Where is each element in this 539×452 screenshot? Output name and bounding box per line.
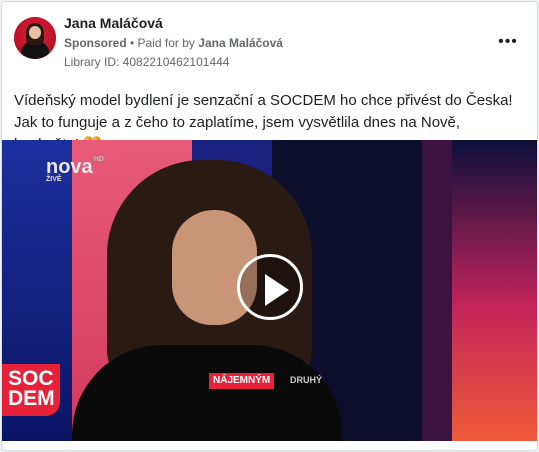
party-badge: SOC DEM (2, 364, 60, 416)
paid-for-name[interactable]: Jana Maláčová (198, 36, 283, 50)
more-options-icon[interactable]: ••• (498, 32, 518, 52)
ad-card: Jana Maláčová Sponsored • Paid for by Ja… (1, 1, 538, 451)
sponsored-line: Sponsored • Paid for by Jana Maláčová (64, 36, 283, 50)
live-label: ŽIVĚ (46, 176, 62, 183)
paid-for-prefix: • Paid for by (130, 36, 195, 50)
play-button[interactable] (237, 254, 303, 320)
lower-third-tag: NÁJEMNÝM (209, 373, 275, 389)
library-id: Library ID: 4082210462101444 (64, 55, 230, 69)
lower-third-next: DRUHÝ (290, 375, 323, 385)
play-icon (265, 274, 289, 306)
sponsored-label: Sponsored (64, 36, 127, 50)
author-avatar[interactable] (14, 17, 56, 59)
video-player[interactable]: novaHD ŽIVĚ SOC DEM NÁJEMNÝM DRUHÝ (2, 140, 537, 441)
author-name[interactable]: Jana Maláčová (64, 15, 163, 31)
